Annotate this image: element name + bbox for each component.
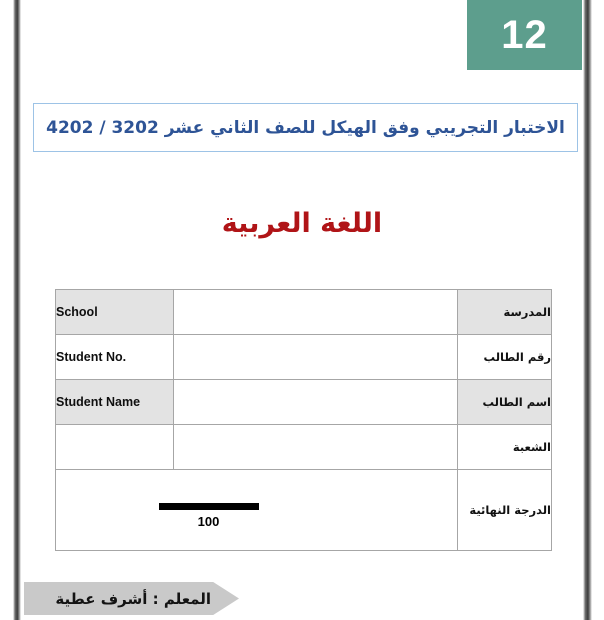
row-label-en-school: School: [55, 289, 174, 335]
final-grade-score-cell: 100: [55, 469, 458, 551]
row-label-ar-section: الشعبة: [457, 424, 552, 470]
student-info-table: School المدرسة Student No. رقم الطالب St…: [55, 289, 552, 551]
row-label-ar-student-name: اسم الطالب: [457, 379, 552, 425]
row-input-student-no[interactable]: [173, 334, 458, 380]
table-row: School المدرسة: [55, 289, 552, 335]
exam-cover-page: 12 الاختبار التجريبي وفق الهيكل للصف الث…: [0, 0, 604, 620]
teacher-name-banner: المعلم : أشرف عطية: [24, 582, 239, 615]
row-label-en-student-name: Student Name: [55, 379, 174, 425]
exam-header-box: الاختبار التجريبي وفق الهيكل للصف الثاني…: [33, 103, 578, 152]
final-grade-score-group: 100: [8, 503, 409, 529]
row-label-ar-school: المدرسة: [457, 289, 552, 335]
table-row: Student No. رقم الطالب: [55, 334, 552, 380]
exam-header-title: الاختبار التجريبي وفق الهيكل للصف الثاني…: [46, 117, 565, 138]
row-input-school[interactable]: [173, 289, 458, 335]
row-label-en-section: [55, 424, 174, 470]
final-grade-score: 100: [197, 514, 220, 529]
row-label-ar-final-grade: الدرجة النهائية: [457, 469, 552, 551]
table-row: الشعبة: [55, 424, 552, 470]
table-row-final-grade: 100 الدرجة النهائية: [55, 469, 552, 551]
teacher-name-label: المعلم : أشرف عطية: [55, 589, 211, 608]
subject-title: اللغة العربية: [221, 208, 383, 239]
page-outer-margin-right: [592, 0, 604, 620]
grade-level-badge: 12: [467, 0, 582, 70]
row-label-ar-student-no: رقم الطالب: [457, 334, 552, 380]
row-input-student-name[interactable]: [173, 379, 458, 425]
score-underline-bar: [158, 503, 259, 510]
row-label-en-student-no: Student No.: [55, 334, 174, 380]
page-edge-shadow-right: [583, 0, 592, 620]
table-row: Student Name اسم الطالب: [55, 379, 552, 425]
row-input-section[interactable]: [173, 424, 458, 470]
